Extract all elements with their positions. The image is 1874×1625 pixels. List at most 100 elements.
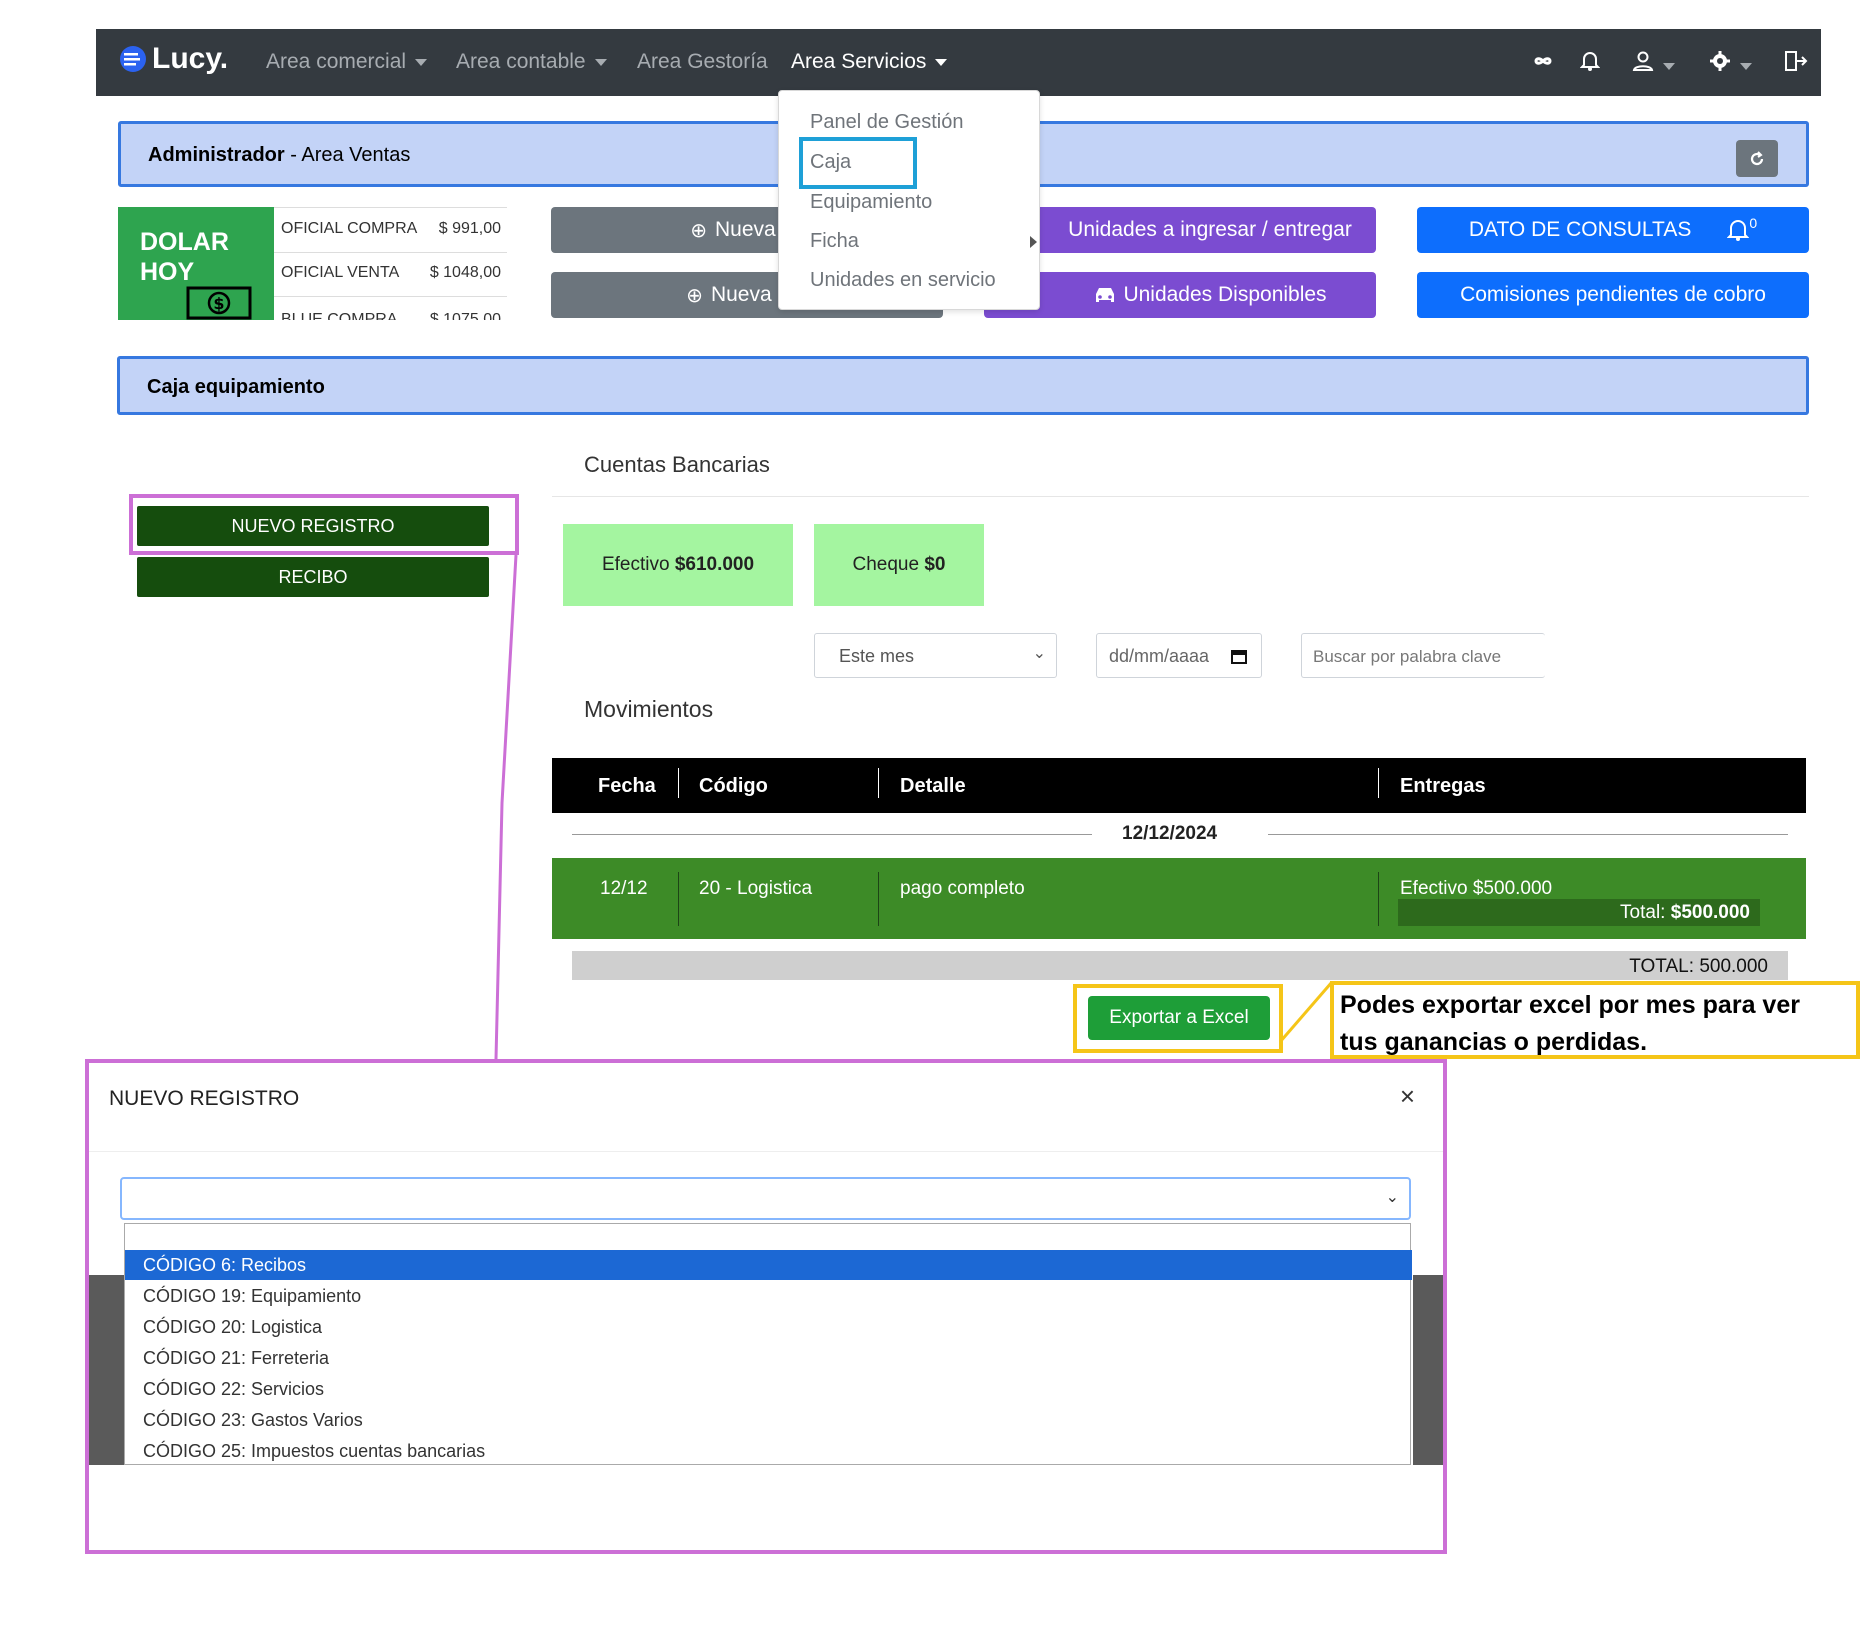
efectivo-card: Efectivo $610.000: [563, 524, 793, 606]
option-item[interactable]: CÓDIGO 20: Logistica: [125, 1312, 1412, 1342]
rate-label: OFICIAL VENTA: [281, 264, 400, 281]
period-select[interactable]: Este mes ⌄: [814, 633, 1057, 678]
column-header: Código: [699, 775, 768, 797]
cheque-card: Cheque $0: [814, 524, 984, 606]
date-input[interactable]: dd/mm/aaaa: [1096, 633, 1262, 678]
nav-area-comercial[interactable]: Area comercial: [266, 50, 428, 74]
dolar-rates-table: OFICIAL COMPRA $ 991,00 OFICIAL VENTA $ …: [274, 207, 507, 320]
cheque-value: $0: [924, 554, 946, 575]
dato-consultas-button[interactable]: DATO DE CONSULTAS 0: [1417, 207, 1809, 253]
date-placeholder: dd/mm/aaaa: [1109, 646, 1210, 666]
dolar-row: OFICIAL VENTA $ 1048,00: [274, 252, 507, 297]
option-item[interactable]: CÓDIGO 22: Servicios: [125, 1374, 1412, 1404]
movimientos-table-header: Fecha Código Detalle Entregas: [552, 758, 1806, 813]
comisiones-button[interactable]: Comisiones pendientes de cobro: [1417, 272, 1809, 318]
callout-line2: tus ganancias o perdidas.: [1340, 1028, 1648, 1056]
nav-label: Area comercial: [266, 50, 407, 73]
chevron-down-icon: ⌄: [1385, 1189, 1399, 1206]
backdrop-strip: [89, 1275, 124, 1465]
unidades-ingresar-button[interactable]: Unidades a ingresar / entregar: [984, 207, 1376, 253]
nav-area-gestoria[interactable]: Area Gestoría: [637, 50, 768, 74]
search-input[interactable]: Buscar por palabra clave: [1301, 633, 1545, 678]
option-item[interactable]: CÓDIGO 6: Recibos: [125, 1250, 1412, 1280]
grand-total-value: 500.000: [1699, 956, 1768, 977]
lucy-logo-icon: [120, 46, 146, 72]
menu-item-ficha[interactable]: Ficha: [810, 230, 1037, 253]
cuentas-title: Cuentas Bancarias: [584, 452, 770, 477]
column-header: Entregas: [1400, 775, 1486, 797]
refresh-icon: [1750, 150, 1764, 165]
option-item[interactable]: CÓDIGO 23: Gastos Varios: [125, 1405, 1412, 1435]
bell-icon: [1727, 220, 1750, 241]
dolar-title-line2: HOY: [140, 258, 195, 286]
column-header: Fecha: [598, 775, 656, 797]
column-divider: [678, 872, 679, 926]
brand-name: Lucy.: [152, 42, 229, 75]
caret-down-icon: [594, 58, 607, 66]
dolar-row: BLUE COMPRA $ 1075,00: [274, 296, 507, 320]
backdrop-strip: [1413, 1275, 1443, 1465]
option-item[interactable]: CÓDIGO 25: Impuestos cuentas bancarias: [125, 1436, 1412, 1466]
services-dropdown-menu: Panel de Gestión Caja Equipamiento Ficha…: [778, 90, 1040, 310]
role-label: Administrador: [148, 144, 285, 166]
calendar-icon[interactable]: [1231, 648, 1247, 664]
row-total: Total: $500.000: [1398, 899, 1760, 926]
user-menu[interactable]: [1632, 50, 1675, 78]
nav-area-contable[interactable]: Area contable: [456, 50, 607, 74]
button-label: DATO DE CONSULTAS: [1468, 218, 1692, 241]
column-divider: [878, 768, 879, 798]
callout-connector: [1278, 981, 1334, 1043]
consultas-badge: 0: [1749, 215, 1758, 231]
dolar-row: OFICIAL COMPRA $ 991,00: [274, 208, 507, 253]
settings-menu[interactable]: [1709, 50, 1752, 78]
menu-item-panel-gestion[interactable]: Panel de Gestión: [810, 111, 963, 134]
grand-total-label: TOTAL:: [1629, 956, 1695, 977]
codigo-options-list: CÓDIGO 6: Recibos CÓDIGO 19: Equipamient…: [124, 1223, 1412, 1466]
refresh-button[interactable]: [1736, 140, 1778, 177]
total-label: Total:: [1620, 902, 1666, 923]
row-detalle: pago completo: [900, 878, 1025, 899]
export-excel-button[interactable]: Exportar a Excel: [1088, 996, 1270, 1040]
bell-icon[interactable]: [1579, 50, 1601, 78]
user-icon: [1632, 51, 1654, 71]
brand-logo[interactable]: Lucy.: [118, 42, 228, 76]
gear-icon: [1710, 51, 1730, 71]
recibo-button[interactable]: RECIBO: [137, 557, 489, 597]
logout-icon[interactable]: [1784, 50, 1808, 78]
close-icon[interactable]: ×: [1400, 1081, 1415, 1112]
separator: -: [284, 144, 302, 166]
row-fecha: 12/12: [600, 878, 648, 899]
plus-circle-icon: ⊕: [690, 219, 708, 242]
unidades-disponibles-button[interactable]: Unidades Disponibles: [984, 272, 1376, 318]
button-label: RECIBO: [278, 566, 348, 587]
date-group-label: 12/12/2024: [1122, 823, 1218, 844]
button-label: Comisiones pendientes de cobro: [1460, 283, 1766, 306]
option-item[interactable]: CÓDIGO 19: Equipamiento: [125, 1281, 1412, 1311]
nav-area-servicios[interactable]: Area Servicios: [791, 50, 948, 74]
plus-circle-icon: ⊕: [686, 284, 703, 307]
money-bill-icon: $: [186, 286, 252, 320]
codigo-select[interactable]: ⌄: [120, 1177, 1411, 1220]
area-label: Area Ventas: [301, 144, 411, 166]
total-value: $500.000: [1670, 902, 1750, 923]
rate-label: OFICIAL COMPRA: [281, 220, 418, 237]
table-row[interactable]: 12/12 20 - Logistica pago completo Efect…: [552, 858, 1806, 939]
menu-item-equipamiento[interactable]: Equipamiento: [810, 191, 932, 214]
car-icon: [1096, 288, 1115, 302]
caret-down-icon: [1663, 62, 1675, 70]
efectivo-label: Efectivo: [601, 554, 670, 575]
menu-item-unidades-servicio[interactable]: Unidades en servicio: [810, 269, 996, 292]
button-label: NUEVO REGISTRO: [231, 515, 395, 536]
caja-highlight-box: [799, 137, 917, 189]
option-item[interactable]: CÓDIGO 21: Ferreteria: [125, 1343, 1412, 1373]
export-callout: Podes exportar excel por mes para ver tu…: [1330, 981, 1860, 1059]
section-title: Caja equipamiento: [147, 376, 325, 398]
caret-down-icon: [415, 58, 428, 66]
rate-value: $ 991,00: [438, 220, 501, 237]
dolar-title: DOLAR HOY: [140, 227, 229, 287]
svg-text:$: $: [213, 294, 224, 313]
nuevo-registro-button[interactable]: NUEVO REGISTRO: [137, 506, 489, 546]
modal-title: NUEVO REGISTRO: [109, 1087, 300, 1110]
period-value: Este mes: [839, 646, 915, 666]
infinity-icon[interactable]: [1529, 50, 1557, 78]
